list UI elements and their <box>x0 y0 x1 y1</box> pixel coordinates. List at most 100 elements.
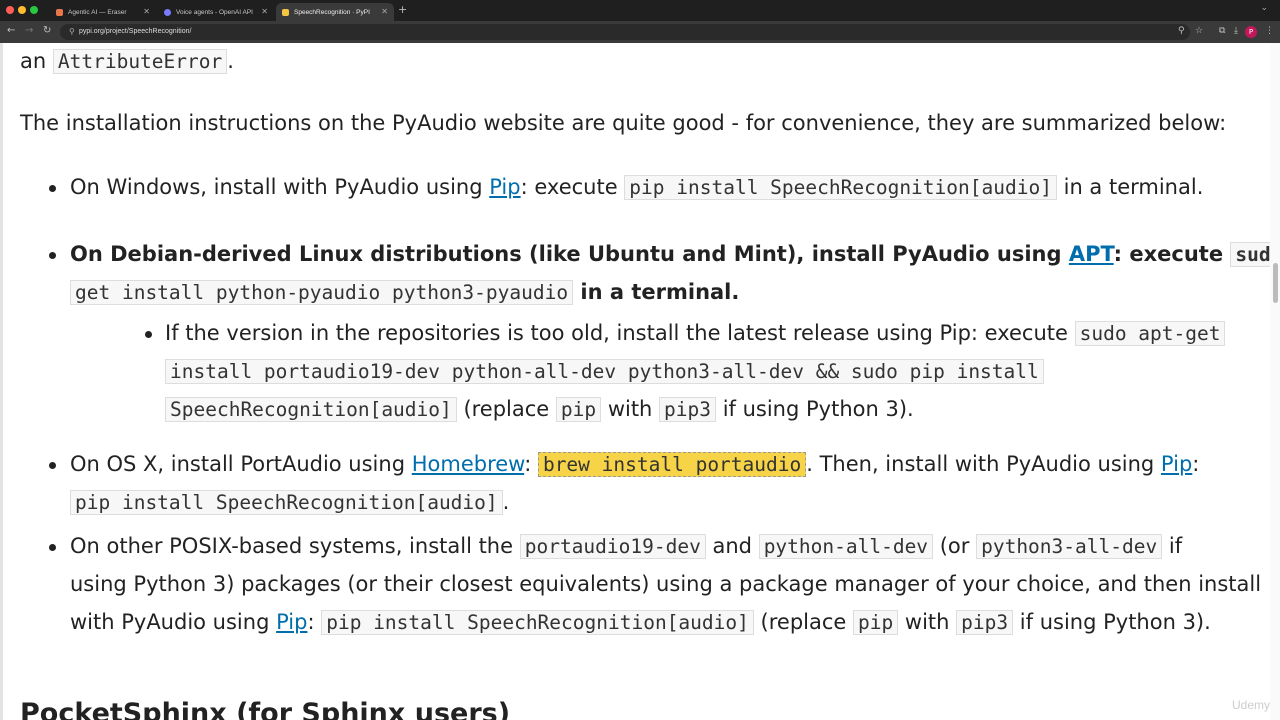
address-bar[interactable]: ⚲ pypi.org/project/SpeechRecognition/ <box>60 24 1190 40</box>
tab-openai[interactable]: Voice agents - OpenAI API ✕ <box>158 3 274 21</box>
extensions-icon[interactable]: ⧉ <box>1219 26 1225 36</box>
homebrew-link[interactable]: Homebrew <box>412 452 524 476</box>
inline-code: get install python-pyaudio python3-pyaud… <box>70 280 574 305</box>
text: : execute <box>520 175 625 199</box>
list-item-posix-line3: with PyAudio using Pip: pip install Spee… <box>70 610 1211 635</box>
pip-link[interactable]: Pip <box>489 175 520 199</box>
text: if <box>1162 534 1183 558</box>
bullet-icon <box>145 331 152 338</box>
section-heading-pocketsphinx: PocketSphinx (for Sphinx users) <box>20 698 511 720</box>
new-tab-button[interactable]: + <box>398 3 407 16</box>
text: : <box>307 610 322 634</box>
text: in a terminal. <box>573 280 740 304</box>
inline-code: pip3 <box>956 610 1014 635</box>
close-window-icon[interactable] <box>6 6 14 14</box>
list-item-debian-sub-line3: SpeechRecognition[audio] (replace pip wi… <box>165 397 914 422</box>
pip-link[interactable]: Pip <box>1161 452 1192 476</box>
inline-code: AttributeError <box>52 49 228 74</box>
pip-link[interactable]: Pip <box>276 610 307 634</box>
list-item-posix-line2: using Python 3) packages (or their close… <box>70 572 1262 596</box>
intro-end: an AttributeError. <box>20 49 234 74</box>
tab-bar: Agentic AI — Eraser ✕ Voice agents - Ope… <box>0 0 1280 21</box>
text: On Windows, install with PyAudio using <box>70 175 490 199</box>
intro-paragraph: The installation instructions on the PyA… <box>20 111 1227 135</box>
text: If the version in the repositories is to… <box>165 321 1075 345</box>
text: with <box>601 397 660 421</box>
close-tab-icon[interactable]: ✕ <box>381 7 388 16</box>
inline-code: python3-all-dev <box>976 534 1163 559</box>
inline-code: pip install SpeechRecognition[audio] <box>624 175 1057 200</box>
tab-pypi[interactable]: SpeechRecognition · PyPI ✕ <box>276 3 394 21</box>
list-item-osx-line2: pip install SpeechRecognition[audio]. <box>70 490 510 515</box>
highlighted-code: brew install portaudio <box>537 452 807 477</box>
text: (or <box>933 534 977 558</box>
site-info-icon[interactable]: ⚲ <box>69 27 75 36</box>
text: On Debian-derived Linux distributions (l… <box>70 242 1069 266</box>
text: On other POSIX-based systems, install th… <box>70 534 520 558</box>
list-item-debian-sub: If the version in the repositories is to… <box>165 321 1226 346</box>
text: and <box>705 534 759 558</box>
minimize-window-icon[interactable] <box>18 6 26 14</box>
intro-end-prefix: an <box>20 49 47 73</box>
bullet-icon <box>49 252 56 259</box>
forward-icon[interactable]: → <box>25 25 33 36</box>
intro-end-suffix: . <box>227 49 234 73</box>
browser-toolbar: ← → ↻ ⚲ pypi.org/project/SpeechRecogniti… <box>0 21 1280 43</box>
bookmark-star-icon[interactable]: ☆ <box>1195 26 1203 36</box>
pypi-favicon-icon <box>282 8 289 16</box>
tab-label: SpeechRecognition · PyPI <box>294 8 370 16</box>
reload-icon[interactable]: ↻ <box>43 25 51 36</box>
back-icon[interactable]: ← <box>7 25 15 36</box>
inline-code: python-all-dev <box>758 534 934 559</box>
bullet-icon <box>49 544 56 551</box>
page-viewport: an AttributeError. The installation inst… <box>0 43 1280 720</box>
page-scrollbar[interactable] <box>1270 43 1280 720</box>
inline-code: SpeechRecognition[audio] <box>165 397 457 422</box>
list-item-debian: On Debian-derived Linux distributions (l… <box>70 242 1280 267</box>
inline-code: pip install SpeechRecognition[audio] <box>321 610 754 635</box>
list-item-windows: On Windows, install with PyAudio using P… <box>70 175 1204 200</box>
text: in a terminal. <box>1056 175 1204 199</box>
text: with PyAudio using <box>70 610 277 634</box>
bullet-icon <box>49 185 56 192</box>
profile-avatar[interactable]: P <box>1245 26 1257 38</box>
tab-label: Agentic AI — Eraser <box>68 8 127 16</box>
text: On OS X, install PortAudio using <box>70 452 412 476</box>
text: with <box>898 610 957 634</box>
list-item-debian-sub-line2: install portaudio19-dev python-all-dev p… <box>165 359 1044 384</box>
text: : execute <box>1113 242 1231 266</box>
url-text[interactable]: pypi.org/project/SpeechRecognition/ <box>79 26 191 38</box>
tab-search-icon[interactable]: ⌄ <box>1260 3 1268 13</box>
text: if using Python 3). <box>716 397 914 421</box>
inline-code: portaudio19-dev <box>519 534 706 559</box>
list-item-osx: On OS X, install PortAudio using Homebre… <box>70 452 1199 477</box>
zoom-icon[interactable]: ⚲ <box>1178 26 1185 36</box>
udemy-watermark: Udemy <box>1231 698 1270 712</box>
tab-eraser[interactable]: Agentic AI — Eraser ✕ <box>50 3 156 21</box>
menu-icon[interactable]: ⋮ <box>1265 26 1274 36</box>
text: . <box>502 490 510 514</box>
scrollbar-thumb[interactable] <box>1273 263 1278 303</box>
list-item-debian-line2: get install python-pyaudio python3-pyaud… <box>70 280 740 305</box>
inline-code: install portaudio19-dev python-all-dev p… <box>165 359 1044 384</box>
text: . Then, install with PyAudio using <box>806 452 1161 476</box>
text: if using Python 3). <box>1013 610 1211 634</box>
close-tab-icon[interactable]: ✕ <box>261 7 268 16</box>
downloads-icon[interactable]: ⤓ <box>1234 26 1238 36</box>
tab-label: Voice agents - OpenAI API <box>176 8 253 16</box>
close-tab-icon[interactable]: ✕ <box>143 7 150 16</box>
inline-code: pip <box>853 610 899 635</box>
inline-code: pip3 <box>659 397 717 422</box>
text: (replace <box>753 610 854 634</box>
list-item-posix: On other POSIX-based systems, install th… <box>70 534 1183 559</box>
eraser-favicon-icon <box>56 8 63 16</box>
text: : <box>524 452 538 476</box>
bullet-icon <box>49 462 56 469</box>
maximize-window-icon[interactable] <box>30 6 38 14</box>
apt-link[interactable]: APT <box>1069 242 1114 266</box>
openai-favicon-icon <box>164 8 171 16</box>
inline-code: pip install SpeechRecognition[audio] <box>70 490 503 515</box>
text: (replace <box>456 397 556 421</box>
inline-code: sudo apt-get <box>1074 321 1226 346</box>
inline-code: pip <box>555 397 602 422</box>
